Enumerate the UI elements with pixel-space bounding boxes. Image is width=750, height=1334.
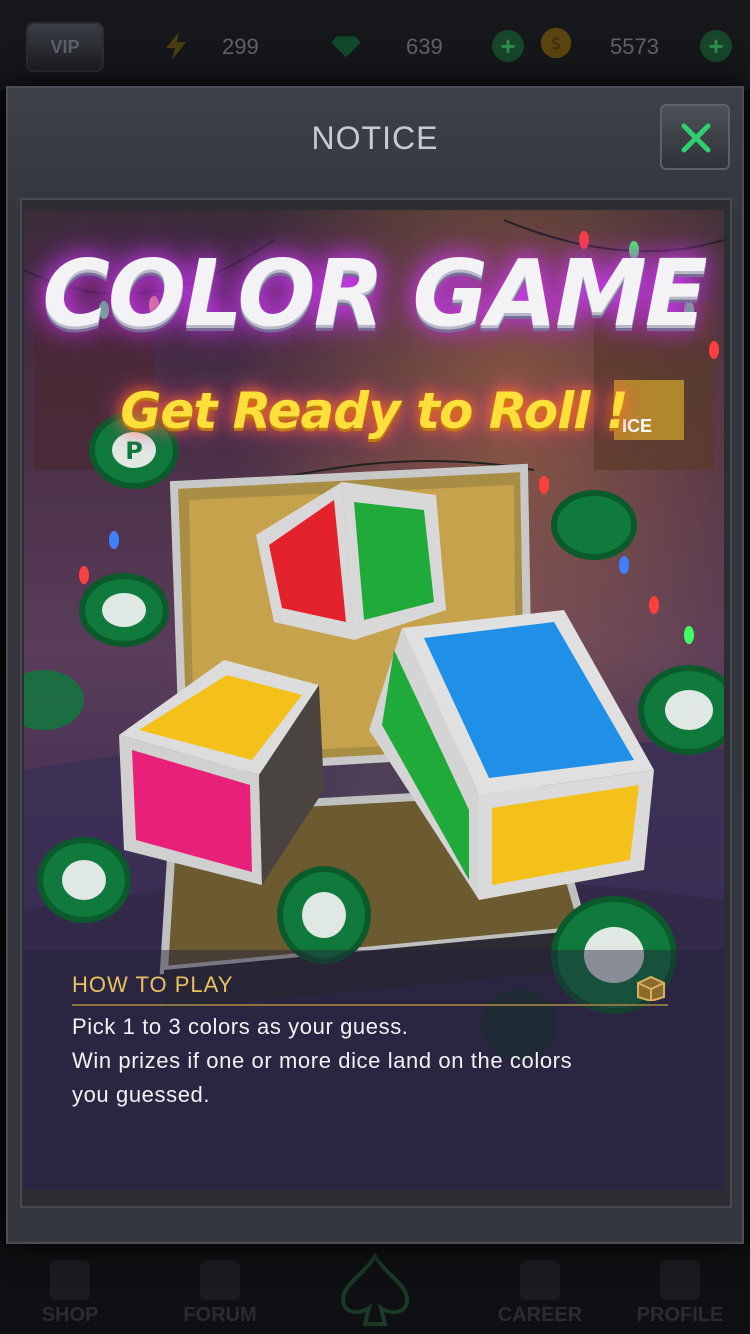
banner-headline: COLOR GAME (42, 240, 707, 347)
description-line: you guessed. (72, 1082, 211, 1107)
description-line: Win prizes if one or more dice land on t… (72, 1048, 573, 1073)
close-icon (681, 123, 711, 153)
plus-icon: + (708, 31, 724, 61)
energy-counter: 299 (160, 30, 280, 64)
banner-subhead: Get Ready to Roll ! (120, 382, 628, 440)
profile-icon (660, 1260, 700, 1300)
vip-badge-icon[interactable]: VIP (26, 22, 104, 72)
bottom-navigation: SHOP FORUM CAREER PROFILE (0, 1244, 750, 1334)
coin-icon: $ (540, 27, 572, 59)
color-game-banner: ICE P COLOR GAME Get Ready to Roll ! HOW… (24, 210, 724, 1190)
shop-icon (50, 1260, 90, 1300)
coins-value: 5573 (610, 34, 659, 59)
nav-item-forum[interactable]: FORUM (150, 1252, 290, 1332)
nav-item-career[interactable]: CAREER (470, 1252, 610, 1332)
nav-item-shop[interactable]: SHOP (0, 1252, 140, 1332)
nav-label: PROFILE (636, 1304, 724, 1326)
top-status-bar: VIP 299 639 + $ 5573 + (0, 0, 750, 90)
how-to-play-heading: HOW TO PLAY (72, 972, 668, 1006)
energy-value: 299 (222, 34, 259, 59)
gem-icon (331, 36, 361, 58)
plus-icon: + (500, 31, 516, 61)
nav-label: FORUM (183, 1304, 257, 1326)
svg-text:$: $ (551, 33, 562, 53)
spade-icon[interactable] (335, 1250, 415, 1330)
how-to-play-description: Pick 1 to 3 colors as your guess. Win pr… (72, 1010, 692, 1112)
add-gems-button[interactable]: + (492, 30, 524, 62)
treasure-box-icon (637, 975, 665, 1001)
forum-icon (200, 1260, 240, 1300)
description-line: Pick 1 to 3 colors as your guess. (72, 1014, 409, 1039)
close-button[interactable] (660, 104, 730, 170)
modal-title: NOTICE (311, 120, 439, 156)
career-icon (520, 1260, 560, 1300)
add-coins-button[interactable]: + (700, 30, 732, 62)
nav-item-profile[interactable]: PROFILE (610, 1252, 750, 1332)
nav-label: SHOP (41, 1304, 99, 1326)
nav-label: CAREER (497, 1304, 583, 1326)
vip-label: VIP (50, 37, 80, 57)
gems-counter: 639 (330, 30, 460, 64)
coins-counter: $ 5573 (540, 27, 700, 64)
lightning-icon (166, 32, 186, 60)
gems-value: 639 (406, 34, 443, 59)
chip-letter: P (125, 437, 143, 465)
